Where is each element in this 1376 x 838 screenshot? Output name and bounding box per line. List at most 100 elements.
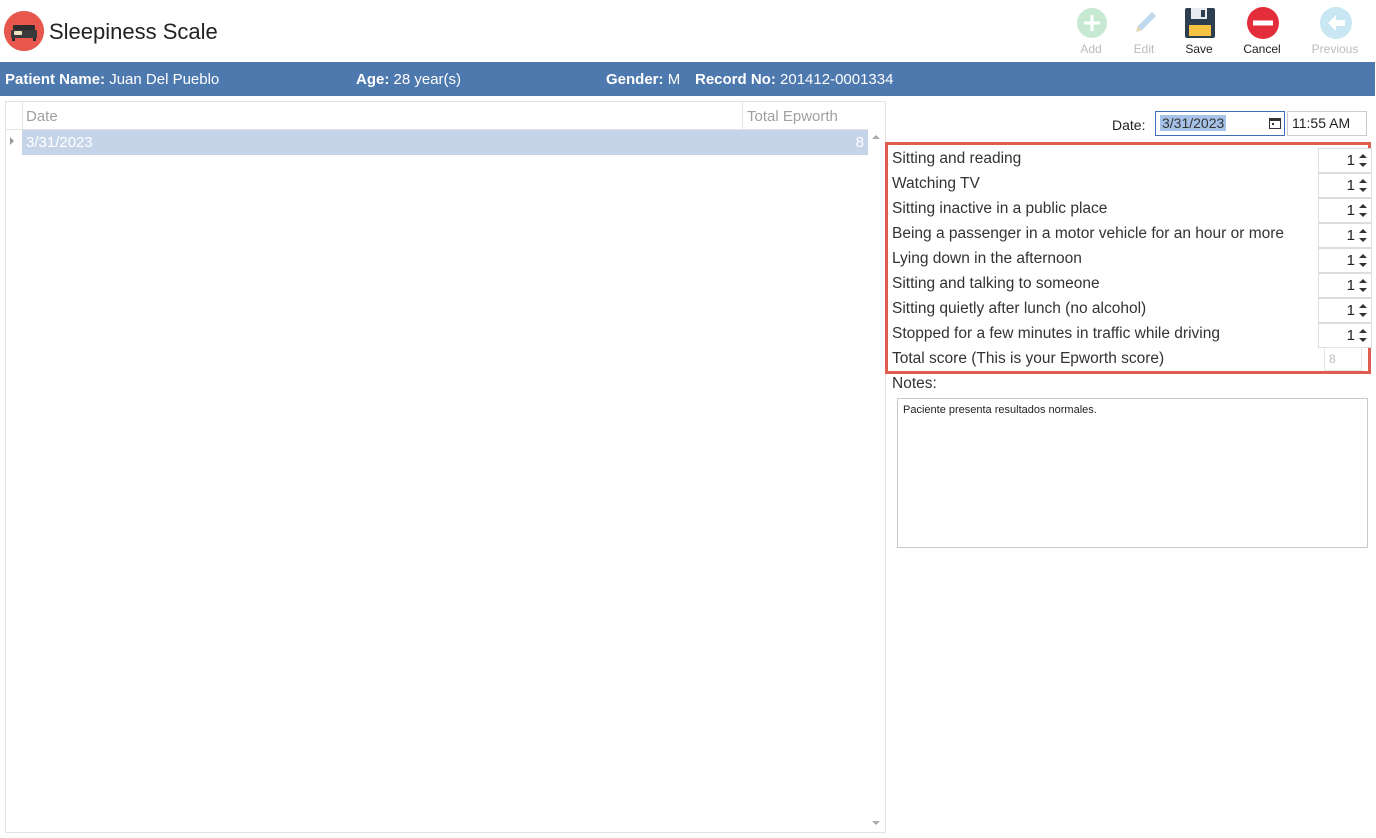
notes-textarea[interactable]: Paciente presenta resultados normales.	[897, 398, 1368, 548]
patient-age: Age: 28 year(s)	[356, 71, 461, 88]
score-value: 1	[1346, 252, 1355, 269]
total-score-label: Total score (This is your Epworth score)	[892, 350, 1165, 367]
score-value: 1	[1346, 277, 1355, 294]
column-header-date[interactable]: Date	[26, 108, 58, 125]
patient-age-label: Age:	[356, 71, 390, 88]
stepper-down-icon[interactable]	[1359, 263, 1367, 267]
save-label: Save	[1185, 42, 1213, 56]
question-row: Sitting and reading 1	[892, 147, 1372, 173]
patient-record-label: Record No:	[695, 71, 776, 88]
edit-button[interactable]: Edit	[1114, 4, 1174, 60]
question-label: Lying down in the afternoon	[892, 250, 1082, 267]
patient-record: Record No: 201412-0001334	[695, 71, 893, 88]
question-row: Sitting inactive in a public place 1	[892, 197, 1372, 223]
stepper-down-icon[interactable]	[1359, 213, 1367, 217]
stepper-up-icon[interactable]	[1359, 154, 1367, 158]
epworth-scale-panel: Sitting and reading 1 Watching TV 1 Sitt…	[885, 142, 1372, 374]
row-date: 3/31/2023	[26, 134, 93, 151]
grid-header: Date Total Epworth	[6, 102, 868, 130]
score-stepper[interactable]: 1	[1318, 198, 1372, 223]
question-row: Sitting quietly after lunch (no alcohol)…	[892, 297, 1372, 323]
stepper-up-icon[interactable]	[1359, 179, 1367, 183]
score-stepper[interactable]: 1	[1318, 248, 1372, 273]
time-value: 11:55 AM	[1292, 115, 1351, 131]
score-stepper[interactable]: 1	[1318, 273, 1372, 298]
total-score-row: Total score (This is your Epworth score)	[892, 347, 1368, 372]
bed-icon	[4, 11, 44, 51]
add-label: Add	[1080, 42, 1102, 56]
date-value: 3/31/2023	[1160, 115, 1227, 131]
score-value: 1	[1346, 227, 1355, 244]
patient-gender: Gender: M	[606, 71, 680, 88]
add-button[interactable]: Add	[1061, 4, 1121, 60]
cancel-label: Cancel	[1243, 42, 1281, 56]
question-label: Sitting inactive in a public place	[892, 200, 1108, 217]
notes-text: Paciente presenta resultados normales.	[903, 404, 1097, 416]
scroll-down-icon[interactable]	[872, 821, 880, 825]
stepper-down-icon[interactable]	[1359, 338, 1367, 342]
score-value: 1	[1346, 327, 1355, 344]
stepper-down-icon[interactable]	[1359, 163, 1367, 167]
stepper-up-icon[interactable]	[1359, 329, 1367, 333]
column-header-total-epworth[interactable]: Total Epworth	[747, 108, 838, 125]
previous-button[interactable]: Previous	[1305, 4, 1365, 60]
stepper-down-icon[interactable]	[1359, 238, 1367, 242]
notes-label: Notes:	[892, 375, 937, 392]
row-indicator-icon	[10, 137, 14, 145]
total-score-field: 8	[1324, 347, 1362, 371]
score-stepper[interactable]: 1	[1318, 223, 1372, 248]
plus-icon	[1077, 8, 1107, 38]
question-label: Stopped for a few minutes in traffic whi…	[892, 325, 1220, 342]
stepper-down-icon[interactable]	[1359, 288, 1367, 292]
patient-gender-label: Gender:	[606, 71, 664, 88]
question-row: Watching TV 1	[892, 172, 1372, 198]
row-header-corner	[6, 102, 23, 129]
patient-age-value: 28 year(s)	[393, 71, 462, 88]
edit-label: Edit	[1133, 42, 1155, 56]
patient-name-value: Juan Del Pueblo	[109, 71, 220, 88]
score-value: 1	[1346, 152, 1355, 169]
score-stepper[interactable]: 1	[1318, 298, 1372, 323]
calendar-icon[interactable]	[1269, 117, 1281, 129]
patient-record-value: 201412-0001334	[780, 71, 894, 88]
stepper-up-icon[interactable]	[1359, 229, 1367, 233]
time-field[interactable]: 11:55 AM	[1287, 111, 1367, 136]
records-grid: Date Total Epworth 3/31/2023 8	[5, 101, 886, 833]
score-stepper[interactable]: 1	[1318, 173, 1372, 198]
question-label: Being a passenger in a motor vehicle for…	[892, 225, 1285, 242]
score-stepper[interactable]: 1	[1318, 323, 1372, 348]
stepper-up-icon[interactable]	[1359, 304, 1367, 308]
date-label: Date:	[1112, 117, 1146, 133]
pencil-icon	[1136, 12, 1156, 32]
total-score-value: 8	[1329, 352, 1336, 366]
minus-circle-icon	[1247, 7, 1279, 39]
score-stepper[interactable]: 1	[1318, 148, 1372, 173]
stepper-up-icon[interactable]	[1359, 204, 1367, 208]
scroll-up-icon[interactable]	[872, 135, 880, 139]
score-value: 1	[1346, 177, 1355, 194]
question-label: Sitting and talking to someone	[892, 275, 1100, 292]
row-total: 8	[855, 134, 864, 151]
score-value: 1	[1346, 202, 1355, 219]
vertical-scrollbar[interactable]	[868, 102, 885, 832]
question-row: Stopped for a few minutes in traffic whi…	[892, 322, 1372, 348]
page-title: Sleepiness Scale	[49, 19, 218, 44]
save-button[interactable]: Save	[1169, 4, 1229, 60]
stepper-down-icon[interactable]	[1359, 313, 1367, 317]
question-row: Being a passenger in a motor vehicle for…	[892, 222, 1372, 248]
question-row: Sitting and talking to someone 1	[892, 272, 1372, 298]
patient-gender-value: M	[667, 71, 681, 88]
stepper-up-icon[interactable]	[1359, 279, 1367, 283]
stepper-down-icon[interactable]	[1359, 188, 1367, 192]
patient-info-bar: Patient Name: Juan Del Pueblo Age: 28 ye…	[0, 62, 1375, 96]
question-label: Watching TV	[892, 175, 980, 192]
previous-label: Previous	[1311, 42, 1359, 56]
stepper-up-icon[interactable]	[1359, 254, 1367, 258]
question-label: Sitting quietly after lunch (no alcohol)	[892, 300, 1147, 317]
question-row: Lying down in the afternoon 1	[892, 247, 1372, 273]
date-field[interactable]: 3/31/2023	[1155, 111, 1285, 136]
cancel-button[interactable]: Cancel	[1232, 4, 1292, 60]
question-label: Sitting and reading	[892, 150, 1022, 167]
patient-name: Patient Name: Juan Del Pueblo	[5, 71, 219, 88]
table-row[interactable]: 3/31/2023 8	[22, 130, 868, 155]
